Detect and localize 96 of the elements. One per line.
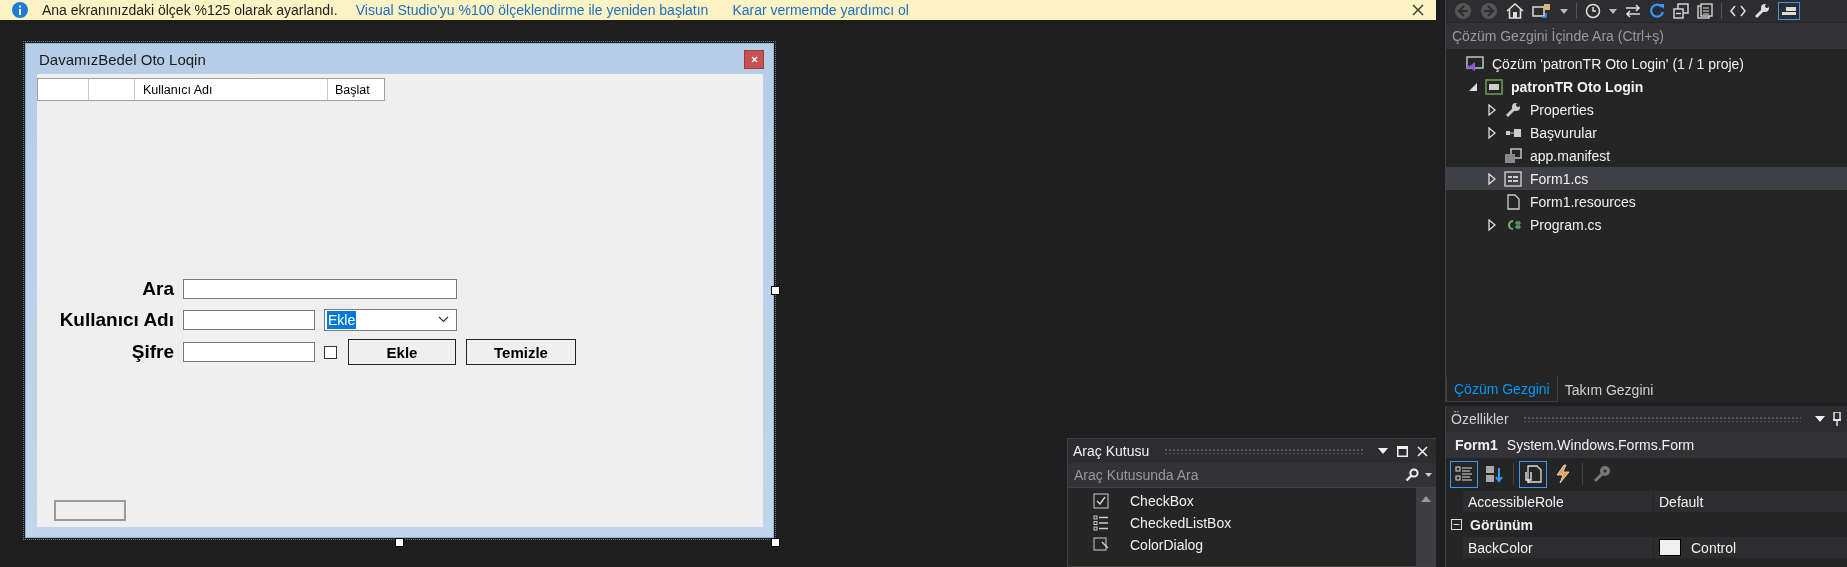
expand-arrow-icon[interactable] (1488, 126, 1496, 139)
caret-icon[interactable] (1609, 8, 1617, 14)
toolbox-search-field[interactable]: Araç Kutusunda Ara (1068, 463, 1436, 488)
tree-item[interactable]: Form1.resources (1446, 190, 1847, 213)
page-icon (1523, 464, 1543, 484)
text-field[interactable] (54, 500, 126, 521)
object-selector[interactable]: Form1 System.Windows.Forms.Form (1446, 432, 1847, 458)
caret-icon[interactable] (1560, 8, 1568, 14)
collapse-arrow-icon[interactable] (1469, 82, 1477, 91)
tree-item[interactable]: Çözüm 'patronTR Oto Login' (1 / 1 proje) (1446, 52, 1847, 75)
panel-title: Araç Kutusu (1073, 443, 1150, 459)
tree-item[interactable]: Properties (1446, 98, 1847, 121)
sort-icon (1484, 464, 1504, 484)
window-title: DavamızBedel Oto Loqin (39, 50, 206, 68)
resize-handle[interactable] (395, 538, 404, 547)
file-icon (1504, 193, 1522, 210)
property-name[interactable]: BackColor (1463, 537, 1653, 558)
chevron-down-icon (438, 316, 449, 323)
checkbox-icon (1093, 493, 1109, 509)
tree-item[interactable]: Başvurular (1446, 121, 1847, 144)
key-icon (1592, 464, 1612, 484)
property-category[interactable]: Görünüm (1470, 516, 1533, 533)
dropdown-icon[interactable] (1815, 416, 1825, 422)
object-type: System.Windows.Forms.Form (1506, 437, 1695, 453)
tree-item[interactable]: Form1.cs (1446, 167, 1847, 190)
switch-views-icon[interactable] (1532, 3, 1552, 19)
info-icon (12, 2, 28, 18)
panel-title: Özellikler (1451, 411, 1509, 427)
solution-icon (1466, 55, 1484, 72)
object-name: Form1 (1455, 437, 1498, 453)
preview-toggle[interactable] (1778, 2, 1800, 20)
dialog-icon (1093, 537, 1109, 553)
collapse-all-icon[interactable] (1673, 3, 1689, 19)
properties-tool-button[interactable] (1519, 460, 1547, 488)
home-icon[interactable] (1506, 3, 1524, 19)
password-field[interactable] (183, 342, 315, 362)
list-icon (1454, 464, 1474, 484)
resize-handle[interactable] (771, 286, 780, 295)
column-header[interactable]: Kullanıcı Adı (135, 79, 328, 100)
maximize-icon[interactable] (1397, 445, 1408, 457)
search-placeholder: Çözüm Gezgini İçinde Ara (Ctrl+ş) (1452, 28, 1666, 44)
caret-icon[interactable] (1425, 473, 1432, 477)
field-label: Ara (141, 277, 175, 300)
column-header[interactable]: Başlat (328, 79, 384, 100)
scroll-up-icon[interactable] (1421, 496, 1431, 502)
scrollbar[interactable] (1416, 488, 1436, 566)
tree-item[interactable]: app.manifest (1446, 144, 1847, 167)
pin-icon[interactable] (1833, 412, 1841, 426)
expand-arrow-icon[interactable] (1488, 218, 1496, 231)
toolbox-item[interactable]: ColorDialog (1068, 534, 1416, 556)
manifest-icon (1504, 147, 1522, 164)
expand-arrow-icon[interactable] (1488, 103, 1496, 116)
sync-arrows-icon[interactable] (1625, 4, 1641, 18)
field-label: Şifre (130, 341, 175, 363)
tree-item[interactable]: patronTR Oto Login (1446, 75, 1847, 98)
combo-box[interactable]: Ekle (324, 308, 457, 331)
panel-tab[interactable]: Takım Gezgini (1557, 377, 1661, 402)
solution-search-field[interactable]: Çözüm Gezgini İçinde Ara (Ctrl+ş) (1446, 23, 1847, 49)
form-button[interactable]: Ekle (348, 339, 456, 365)
info-link[interactable]: Karar vermemde yardımcı ol (732, 2, 909, 18)
dropdown-icon[interactable] (1378, 448, 1388, 454)
panel-icon (1782, 7, 1796, 15)
search-field[interactable] (183, 278, 457, 299)
documents-icon[interactable] (1697, 3, 1713, 19)
csharp-project-icon (1485, 78, 1503, 95)
property-value[interactable]: Control (1691, 539, 1737, 556)
property-name[interactable]: AccessibleRole (1463, 491, 1653, 512)
toolbox-item[interactable]: CheckBox (1068, 490, 1416, 512)
close-button[interactable] (744, 49, 764, 69)
wrench-icon[interactable] (1754, 3, 1770, 19)
clock-icon[interactable] (1585, 3, 1601, 19)
expand-arrow-icon[interactable] (1488, 172, 1496, 185)
form-button[interactable]: Temizle (466, 339, 576, 365)
search-placeholder: Araç Kutusunda Ara (1074, 467, 1200, 483)
close-icon[interactable] (1412, 4, 1424, 16)
refresh-icon[interactable] (1649, 3, 1665, 19)
close-icon (750, 55, 758, 63)
search-icon[interactable] (1405, 468, 1419, 482)
list-icon (1093, 515, 1109, 531)
combo-value: Ekle (327, 310, 357, 329)
lightning-icon (1553, 464, 1573, 484)
resize-handle[interactable] (771, 538, 780, 547)
wrench-icon (1504, 101, 1522, 118)
panel-tab[interactable]: Çözüm Gezgini (1446, 377, 1558, 402)
info-message: Ana ekranınızdaki ölçek %125 olarak ayarlandı. (42, 2, 338, 18)
collapse-box-icon[interactable] (1451, 519, 1462, 530)
form-icon (1504, 170, 1522, 187)
toolbox-item[interactable]: CheckedListBox (1068, 512, 1416, 534)
code-brackets-icon[interactable] (1730, 5, 1746, 17)
field-label: Kullanıcı Adı (58, 308, 175, 331)
categorized-tool-button[interactable] (1450, 460, 1478, 488)
username-field[interactable] (183, 309, 315, 330)
checkbox[interactable] (324, 345, 337, 359)
info-link[interactable]: Visual Studio'yu %100 ölçeklendirme ile yeniden başlatın (355, 2, 709, 18)
tree-item[interactable]: Program.cs (1446, 213, 1847, 236)
property-value[interactable]: Default (1659, 493, 1704, 510)
